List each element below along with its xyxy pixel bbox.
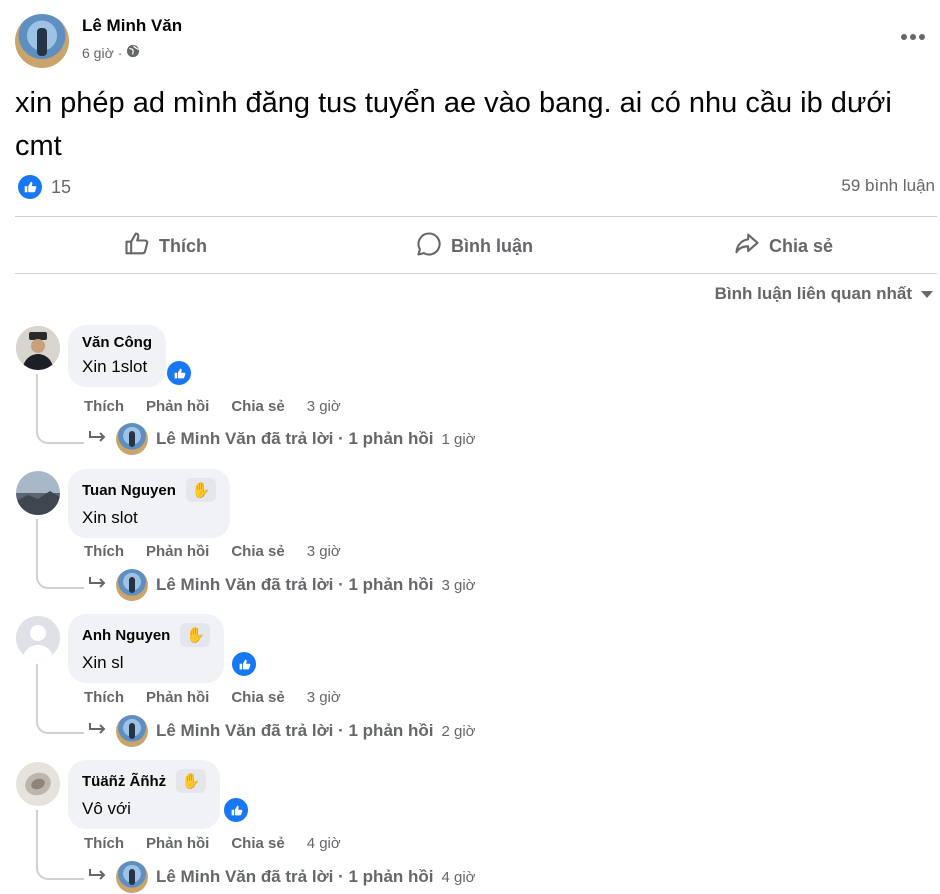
comment-actions: Thích Phản hồi Chia sẻ 3 giờ xyxy=(84,398,341,415)
reply-time: 3 giờ xyxy=(441,576,476,594)
reply-time: 4 giờ xyxy=(441,868,476,886)
thread-connector xyxy=(36,718,84,734)
replier-avatar xyxy=(116,715,148,747)
divider xyxy=(15,273,937,274)
comment-like-link[interactable]: Thích xyxy=(84,398,124,415)
comment-reply-link[interactable]: Phản hồi xyxy=(146,543,209,560)
thread-connector xyxy=(36,573,84,589)
share-button[interactable]: Chia sẻ xyxy=(733,230,833,262)
comment-bubble: Tüäñż Ãñhż ✋ Vô với xyxy=(68,760,221,829)
reaction-count: 15 xyxy=(51,176,72,197)
comment-share-link[interactable]: Chia sẻ xyxy=(231,835,284,852)
commenter-name[interactable]: Tuan Nguyen xyxy=(82,482,176,499)
reply-summary: Lê Minh Văn đã trả lời · 1 phản hồi xyxy=(156,867,434,886)
divider xyxy=(15,216,937,217)
share-button-label: Chia sẻ xyxy=(769,235,834,256)
replier-avatar xyxy=(116,569,148,601)
comment-text: Vô với xyxy=(82,799,131,818)
commenter-name[interactable]: Văn Công xyxy=(82,334,152,351)
reply-arrow-icon xyxy=(88,867,108,888)
globe-icon xyxy=(126,44,140,61)
comment-sort-dropdown[interactable]: Bình luận liên quan nhất xyxy=(715,284,934,304)
reply-summary: Lê Minh Văn đã trả lời · 1 phản hồi xyxy=(156,429,434,448)
comment-text: Xin sl xyxy=(82,653,124,672)
comment-like-link[interactable]: Thích xyxy=(84,689,124,706)
comment-like-link[interactable]: Thích xyxy=(84,543,124,560)
waving-hand-icon: ✋ xyxy=(176,769,207,793)
comment-text: Xin slot xyxy=(82,508,138,527)
comment-time[interactable]: 4 giờ xyxy=(307,835,341,852)
comment-share-link[interactable]: Chia sẻ xyxy=(231,398,284,415)
comment-bubble-icon xyxy=(415,230,443,263)
reply-summary: Lê Minh Văn đã trả lời · 1 phản hồi xyxy=(156,721,434,740)
comment-bubble: Tuan Nguyen ✋ Xin slot xyxy=(68,469,230,538)
thread-connector xyxy=(36,864,84,880)
comment-like-reaction-icon[interactable] xyxy=(230,650,258,678)
view-replies-link[interactable]: Lê Minh Văn đã trả lời · 1 phản hồi 3 gi… xyxy=(88,569,476,601)
share-arrow-icon xyxy=(733,230,761,263)
comment-share-link[interactable]: Chia sẻ xyxy=(231,543,284,560)
like-button-label: Thích xyxy=(159,235,207,256)
comment-like-reaction-icon[interactable] xyxy=(222,796,250,824)
comment-like-link[interactable]: Thích xyxy=(84,835,124,852)
reply-summary: Lê Minh Văn đã trả lời · 1 phản hồi xyxy=(156,575,434,594)
view-replies-link[interactable]: Lê Minh Văn đã trả lời · 1 phản hồi 1 gi… xyxy=(88,423,476,455)
waving-hand-icon: ✋ xyxy=(185,478,216,502)
comment-actions: Thích Phản hồi Chia sẻ 4 giờ xyxy=(84,835,341,852)
comment-reply-link[interactable]: Phản hồi xyxy=(146,689,209,706)
replier-avatar xyxy=(116,423,148,455)
comment-bubble: Anh Nguyen ✋ Xin sl xyxy=(68,614,225,683)
reaction-summary[interactable]: 15 xyxy=(18,175,71,199)
more-options-icon[interactable] xyxy=(900,28,926,46)
post-time[interactable]: 6 giờ xyxy=(82,45,114,61)
comment-button[interactable]: Bình luận xyxy=(415,230,533,262)
thread-line xyxy=(36,810,38,868)
reply-time: 1 giờ xyxy=(441,430,476,448)
comment-text: Xin 1slot xyxy=(82,357,148,376)
commenter-avatar[interactable] xyxy=(16,471,60,515)
waving-hand-icon: ✋ xyxy=(180,623,211,647)
commenter-name[interactable]: Anh Nguyen xyxy=(82,627,170,644)
thread-line xyxy=(36,374,38,432)
commenter-avatar[interactable] xyxy=(16,326,60,370)
replier-avatar xyxy=(116,861,148,893)
comment-actions: Thích Phản hồi Chia sẻ 3 giờ xyxy=(84,689,341,706)
thread-line xyxy=(36,519,38,577)
comment-time[interactable]: 3 giờ xyxy=(307,689,341,706)
comment-like-reaction-icon[interactable] xyxy=(165,359,193,387)
post-text: xin phép ad mình đăng tus tuyển ae vào b… xyxy=(15,87,892,162)
view-replies-link[interactable]: Lê Minh Văn đã trả lời · 1 phản hồi 4 gi… xyxy=(88,861,476,893)
caret-down-icon xyxy=(920,284,934,304)
comment-bubble: Văn Công Xin 1slot xyxy=(68,325,166,387)
comment-reply-link[interactable]: Phản hồi xyxy=(146,398,209,415)
sort-label: Bình luận liên quan nhất xyxy=(714,284,912,303)
like-button[interactable]: Thích xyxy=(123,230,207,262)
comment-count[interactable]: 59 bình luận xyxy=(841,176,935,196)
reply-arrow-icon xyxy=(88,575,108,596)
reply-time: 2 giờ xyxy=(441,722,476,740)
reply-arrow-icon xyxy=(88,429,108,450)
thread-connector xyxy=(36,428,84,444)
comment-button-label: Bình luận xyxy=(451,235,533,256)
reply-arrow-icon xyxy=(88,721,108,742)
comment-time[interactable]: 3 giờ xyxy=(307,543,341,560)
commenter-name[interactable]: Tüäñż Ãñhż xyxy=(82,773,166,790)
post-meta: 6 giờ · xyxy=(82,44,140,61)
comment-actions: Thích Phản hồi Chia sẻ 3 giờ xyxy=(84,543,341,560)
comment-reply-link[interactable]: Phản hồi xyxy=(146,835,209,852)
default-avatar-icon[interactable] xyxy=(16,616,60,660)
comment-time[interactable]: 3 giờ xyxy=(307,398,341,415)
thumbs-up-icon xyxy=(123,230,151,263)
commenter-avatar[interactable] xyxy=(16,762,60,806)
thread-line xyxy=(36,664,38,722)
view-replies-link[interactable]: Lê Minh Văn đã trả lời · 1 phản hồi 2 gi… xyxy=(88,715,476,747)
author-name[interactable]: Lê Minh Văn xyxy=(82,16,182,36)
like-reaction-icon xyxy=(18,175,42,199)
author-avatar[interactable] xyxy=(15,14,69,68)
comment-share-link[interactable]: Chia sẻ xyxy=(231,689,284,706)
